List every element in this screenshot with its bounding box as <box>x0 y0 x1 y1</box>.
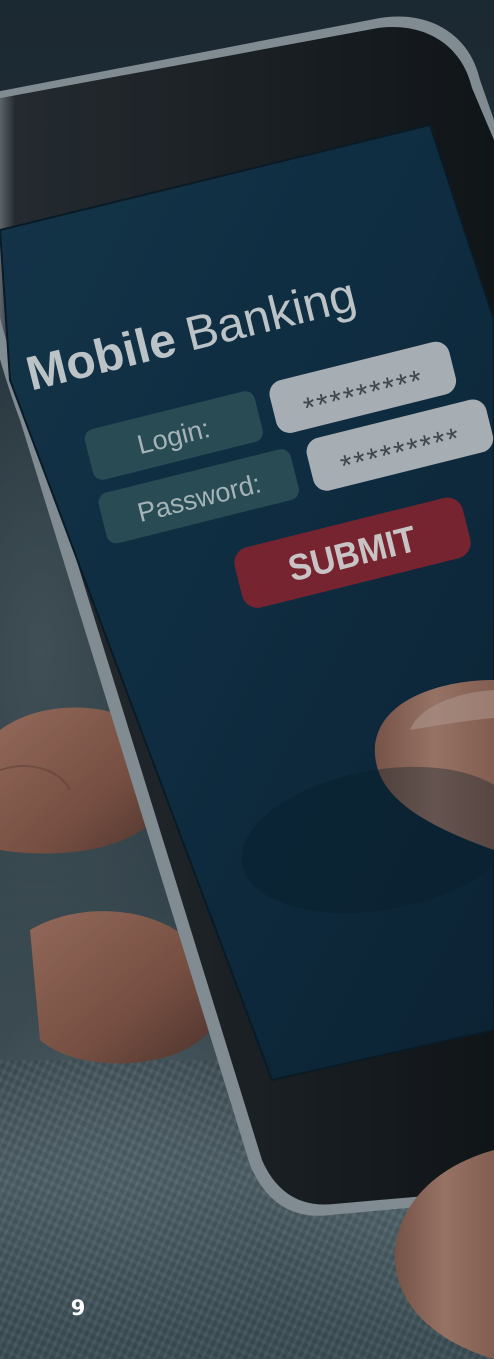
phone-illustration: MobileBanking Login: ********* Password:… <box>0 0 494 1359</box>
photo-scene: MobileBanking Login: ********* Password:… <box>0 0 494 1359</box>
vignette-overlay <box>0 0 494 1359</box>
page-number: 9 <box>70 1296 86 1320</box>
